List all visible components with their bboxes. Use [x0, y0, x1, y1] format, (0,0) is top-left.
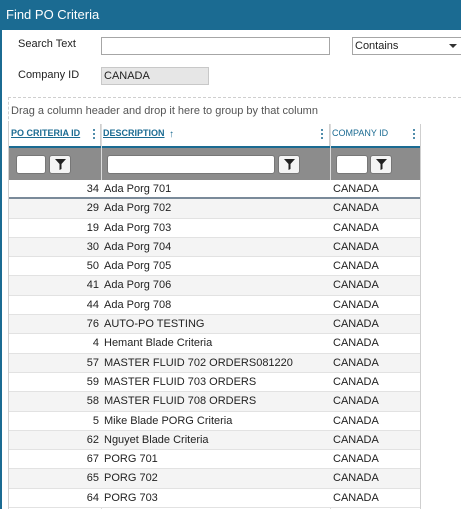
filter-input-description[interactable] [107, 155, 275, 174]
table-row[interactable]: 59 MASTER FLUID 703 ORDERS CANADA [9, 372, 420, 393]
cell-company-id: CANADA [333, 414, 379, 427]
table-row[interactable]: 5 Mike Blade PORG Criteria CANADA [9, 411, 420, 431]
cell-po-criteria-id: 34 [86, 183, 99, 195]
cell-po-criteria-id: 58 [86, 395, 99, 408]
cell-po-criteria-id: 5 [92, 414, 99, 427]
cell-description: MASTER FLUID 702 ORDERS081220 [104, 356, 293, 369]
cell-company-id: CANADA [333, 202, 379, 215]
cell-company-id: CANADA [333, 453, 379, 466]
group-by-panel[interactable]: Drag a column header and drop it here to… [8, 97, 461, 124]
cell-company-id: CANADA [333, 279, 379, 292]
window-title: Find PO Criteria [0, 0, 461, 30]
cell-description: Nguyet Blade Criteria [104, 433, 209, 446]
cell-po-criteria-id: 4 [92, 337, 99, 350]
chevron-down-icon [449, 44, 457, 48]
column-menu-icon[interactable] [413, 129, 416, 141]
cell-description: PORG 701 [104, 453, 158, 466]
search-text-label: Search Text [18, 38, 76, 50]
filter-input-company[interactable] [336, 155, 368, 174]
table-row[interactable]: 4 Hemant Blade Criteria CANADA [9, 334, 420, 354]
cell-po-criteria-id: 50 [86, 260, 99, 273]
search-input[interactable] [101, 37, 330, 55]
cell-po-criteria-id: 67 [86, 453, 99, 466]
table-row[interactable]: 57 MASTER FLUID 702 ORDERS081220 CANADA [9, 353, 420, 373]
column-menu-icon[interactable] [321, 129, 324, 141]
cell-company-id: CANADA [333, 260, 379, 273]
cell-company-id: CANADA [333, 356, 379, 369]
table-row[interactable]: 41 Ada Porg 706 CANADA [9, 276, 420, 296]
cell-company-id: CANADA [333, 395, 379, 408]
cell-company-id: CANADA [333, 221, 379, 234]
table-row[interactable]: 19 Ada Porg 703 CANADA [9, 218, 420, 238]
table-row[interactable]: 29 Ada Porg 702 CANADA [9, 199, 420, 219]
company-id-field: CANADA [101, 67, 209, 85]
filter-button-id[interactable] [49, 155, 71, 174]
cell-description: Mike Blade PORG Criteria [104, 414, 233, 427]
cell-po-criteria-id: 65 [86, 472, 99, 485]
cell-po-criteria-id: 57 [86, 356, 99, 369]
table-row[interactable]: 62 Nguyet Blade Criteria CANADA [9, 430, 420, 451]
filter-button-description[interactable] [278, 155, 300, 174]
cell-po-criteria-id: 30 [86, 240, 99, 253]
cell-po-criteria-id: 62 [86, 433, 99, 446]
filter-icon [284, 159, 295, 170]
cell-description: Ada Porg 705 [104, 260, 172, 273]
cell-description: Ada Porg 708 [104, 298, 172, 311]
table-row[interactable]: 34 Ada Porg 701 CANADA [9, 180, 420, 200]
table-row[interactable]: 50 Ada Porg 705 CANADA [9, 257, 420, 277]
cell-po-criteria-id: 41 [86, 279, 99, 292]
filter-icon [376, 159, 387, 170]
filter-icon [55, 159, 66, 170]
grid-body: 34 Ada Porg 701 CANADA 29 Ada Porg 702 CANADA… [9, 180, 420, 509]
left-accent-strip [0, 30, 2, 509]
cell-company-id: CANADA [333, 375, 379, 388]
cell-description: Ada Porg 704 [104, 240, 172, 253]
cell-po-criteria-id: 59 [86, 375, 99, 388]
cell-po-criteria-id: 44 [86, 298, 99, 311]
column-menu-icon[interactable] [93, 129, 96, 141]
search-mode-select[interactable]: Contains [352, 37, 461, 55]
cell-description: Ada Porg 702 [104, 202, 172, 215]
sort-ascending-icon: ↑ [169, 129, 174, 140]
cell-po-criteria-id: 76 [86, 318, 99, 331]
cell-company-id: CANADA [333, 298, 379, 311]
cell-company-id: CANADA [333, 183, 379, 195]
table-row[interactable]: 65 PORG 702 CANADA [9, 469, 420, 489]
company-id-label: Company ID [18, 69, 80, 81]
table-row[interactable]: 67 PORG 701 CANADA [9, 450, 420, 470]
cell-description: Hemant Blade Criteria [104, 337, 213, 350]
cell-company-id: CANADA [333, 337, 379, 350]
filter-input-id[interactable] [16, 155, 46, 174]
header-po-criteria-id[interactable]: PO CRITERIA ID [9, 124, 101, 146]
cell-description: PORG 703 [104, 491, 158, 504]
filter-button-company[interactable] [370, 155, 392, 174]
cell-company-id: CANADA [333, 240, 379, 253]
results-grid: PO CRITERIA ID DESCRIPTION ↑ COMPANY ID … [8, 124, 421, 509]
cell-po-criteria-id: 29 [86, 202, 99, 215]
cell-company-id: CANADA [333, 318, 379, 331]
table-row[interactable]: 76 AUTO-PO TESTING CANADA [9, 315, 420, 335]
cell-company-id: CANADA [333, 472, 379, 485]
table-row[interactable]: 64 PORG 703 CANADA [9, 488, 420, 509]
header-company-id[interactable]: COMPANY ID [330, 124, 420, 146]
grid-header-row: PO CRITERIA ID DESCRIPTION ↑ COMPANY ID [9, 124, 420, 148]
cell-company-id: CANADA [333, 433, 379, 446]
cell-description: MASTER FLUID 708 ORDERS [104, 395, 257, 408]
cell-description: Ada Porg 706 [104, 279, 172, 292]
cell-description: PORG 702 [104, 472, 158, 485]
header-description[interactable]: DESCRIPTION [101, 124, 330, 146]
search-mode-value: Contains [355, 40, 399, 52]
cell-description: AUTO-PO TESTING [104, 318, 205, 331]
cell-po-criteria-id: 64 [86, 491, 99, 504]
table-row[interactable]: 30 Ada Porg 704 CANADA [9, 237, 420, 258]
grid-filter-row [9, 148, 420, 180]
table-row[interactable]: 44 Ada Porg 708 CANADA [9, 295, 420, 316]
cell-po-criteria-id: 19 [86, 221, 99, 234]
table-row[interactable]: 58 MASTER FLUID 708 ORDERS CANADA [9, 392, 420, 412]
cell-company-id: CANADA [333, 491, 379, 504]
cell-description: MASTER FLUID 703 ORDERS [104, 375, 257, 388]
cell-description: Ada Porg 703 [104, 221, 172, 234]
cell-description: Ada Porg 701 [104, 183, 172, 195]
